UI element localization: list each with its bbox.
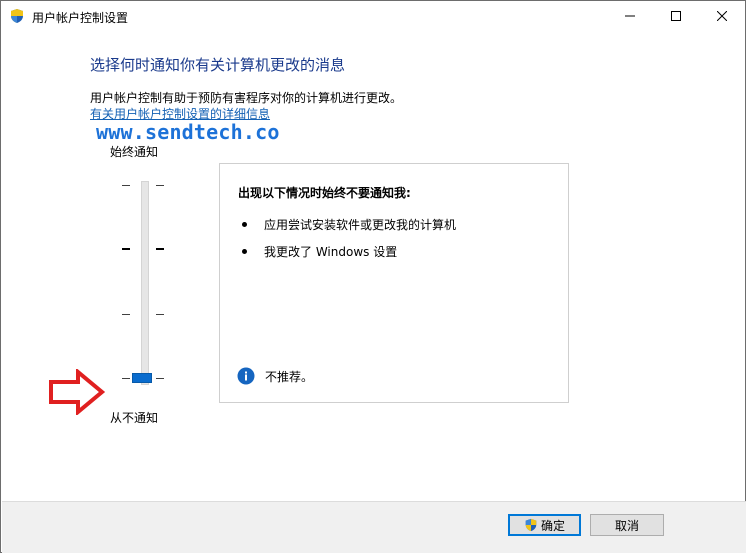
uac-shield-icon (11, 9, 23, 23)
list-item-text: 我更改了 Windows 设置 (264, 245, 398, 259)
ok-button[interactable]: 确定 (508, 514, 581, 536)
list-item: 应用尝试安装软件或更改我的计算机 (242, 216, 456, 233)
footer-bar: 确定 取消 (2, 502, 746, 553)
slider-tick (156, 248, 164, 250)
panel-title: 出现以下情况时始终不要通知我: (238, 186, 411, 200)
cancel-button[interactable]: 取消 (590, 514, 664, 536)
close-icon (717, 11, 727, 21)
cancel-button-label: 取消 (614, 518, 639, 533)
uac-shield-icon (525, 518, 537, 532)
ok-button-label: 确定 (540, 518, 565, 533)
list-item-text: 应用尝试安装软件或更改我的计算机 (264, 218, 457, 232)
minimize-button[interactable] (607, 1, 653, 31)
description-panel: 出现以下情况时始终不要通知我: 应用尝试安装软件或更改我的计算机 我更改了 Wi… (219, 163, 569, 403)
recommendation-note: 不推荐。 (237, 367, 313, 385)
slider-tick (122, 248, 130, 250)
title-bar: 用户帐户控制设置 (1, 1, 745, 31)
slider-tick (156, 378, 164, 379)
list-item: 我更改了 Windows 设置 (242, 243, 397, 260)
uac-level-slider-thumb[interactable] (132, 373, 152, 383)
slider-tick (122, 314, 130, 315)
info-icon (237, 367, 255, 385)
minimize-icon (625, 15, 635, 17)
uac-settings-window: 用户帐户控制设置 选择何时通知你有关计算机更改的消息 用户帐户控制有助于预防有害… (0, 0, 746, 553)
page-description: 用户帐户控制有助于预防有害程序对你的计算机进行更改。 (90, 91, 403, 105)
slider-top-label: 始终通知 (110, 145, 159, 159)
close-button[interactable] (699, 1, 745, 31)
maximize-button[interactable] (653, 1, 699, 31)
uac-level-slider-track[interactable] (141, 181, 149, 385)
slider-tick (156, 314, 164, 315)
slider-tick (156, 185, 164, 186)
window-title: 用户帐户控制设置 (32, 11, 129, 25)
watermark-text: www.sendtech.co (96, 120, 280, 144)
note-text: 不推荐。 (265, 369, 314, 384)
bullet-icon (242, 249, 247, 254)
bullet-icon (242, 222, 247, 227)
page-heading: 选择何时通知你有关计算机更改的消息 (90, 56, 346, 74)
slider-bottom-label: 从不通知 (110, 411, 159, 425)
maximize-icon (671, 11, 681, 21)
slider-tick (122, 378, 130, 379)
red-arrow-icon (49, 369, 106, 415)
slider-tick (122, 185, 130, 186)
